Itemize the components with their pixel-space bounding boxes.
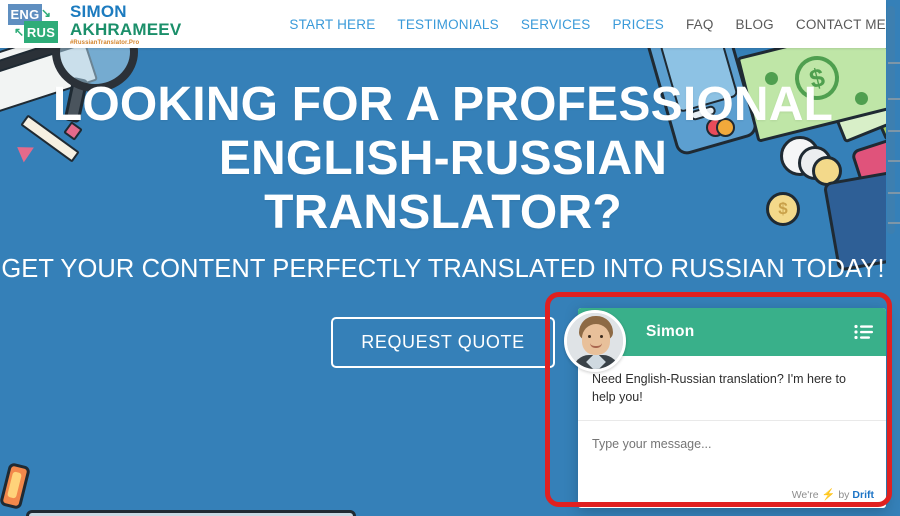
request-quote-button[interactable]: REQUEST QUOTE [331,316,555,368]
list-menu-icon[interactable] [854,324,874,340]
scrollbar-find-tick [888,192,900,194]
drift-branding[interactable]: We're ⚡ by Drift [791,488,874,502]
avatar-eye-left [588,335,591,338]
scrollbar-thumb[interactable] [887,6,895,234]
nav-item-faq[interactable]: FAQ [686,17,714,32]
lightning-bolt-icon: ⚡ [821,489,836,501]
nav-item-testimonials[interactable]: TESTIMONIALS [397,17,498,32]
avatar [564,310,626,372]
drift-footer-prefix: We're [791,488,819,501]
nav-item-start-here[interactable]: START HERE [289,17,375,32]
chat-message-text: Need English-Russian translation? I'm he… [592,372,846,405]
nav-item-blog[interactable]: BLOG [736,17,774,32]
nav-item-services[interactable]: SERVICES [521,17,591,32]
logo-arrow-right-icon: ↘ [41,6,52,20]
logo-language-badges: ENG RUS ↘ ↖ [8,4,64,44]
page-title: LOOKING FOR A PROFESSIONAL ENGLISH-RUSSI… [0,78,886,241]
logo-last-name: AKHRAMEEV [70,19,182,39]
headline-line-3: TRANSLATOR? [264,186,622,240]
chat-message-area: Need English-Russian translation? I'm he… [578,356,886,406]
main-navigation: START HERE TESTIMONIALS SERVICES PRICES … [289,14,900,34]
scrollbar-find-tick [888,222,900,224]
logo-tagline: #RussianTranslator.Pro [70,39,140,46]
chat-agent-name: Simon [646,323,695,340]
site-logo[interactable]: ENG RUS ↘ ↖ SIMON AKHRAMEEV #RussianTran… [0,3,181,46]
scrollbar-find-tick [888,98,900,100]
card-illustration-icon [26,510,356,516]
logo-wordmark: SIMON AKHRAMEEV #RussianTranslator.Pro [70,3,181,46]
page-scrollbar[interactable] [886,0,900,516]
drift-brand-name[interactable]: Drift [852,489,874,501]
scrollbar-find-tick [888,62,900,64]
logo-first-name: SIMON [70,1,127,21]
drift-footer-by: by [838,488,850,501]
scrollbar-find-tick [888,130,900,132]
nav-item-contact-me[interactable]: CONTACT ME [796,17,886,32]
site-header: ENG RUS ↘ ↖ SIMON AKHRAMEEV #RussianTran… [0,0,886,48]
hero-subtitle: GET YOUR CONTENT PERFECTLY TRANSLATED IN… [1,254,885,283]
headline-line-1: LOOKING FOR A PROFESSIONAL [52,78,834,131]
headline-line-2: ENGLISH-RUSSIAN [218,132,668,186]
chat-input-row[interactable] [578,421,886,453]
logo-badge-rus: RUS [24,21,58,43]
avatar-face [582,324,610,355]
avatar-eye-right [600,335,603,338]
page-root: ENG RUS ↘ ↖ SIMON AKHRAMEEV #RussianTran… [0,0,900,516]
logo-arrow-left-icon: ↖ [14,25,25,39]
chat-message-input[interactable] [592,437,872,452]
nav-item-prices[interactable]: PRICES [612,17,663,32]
scrollbar-find-tick [888,160,900,162]
